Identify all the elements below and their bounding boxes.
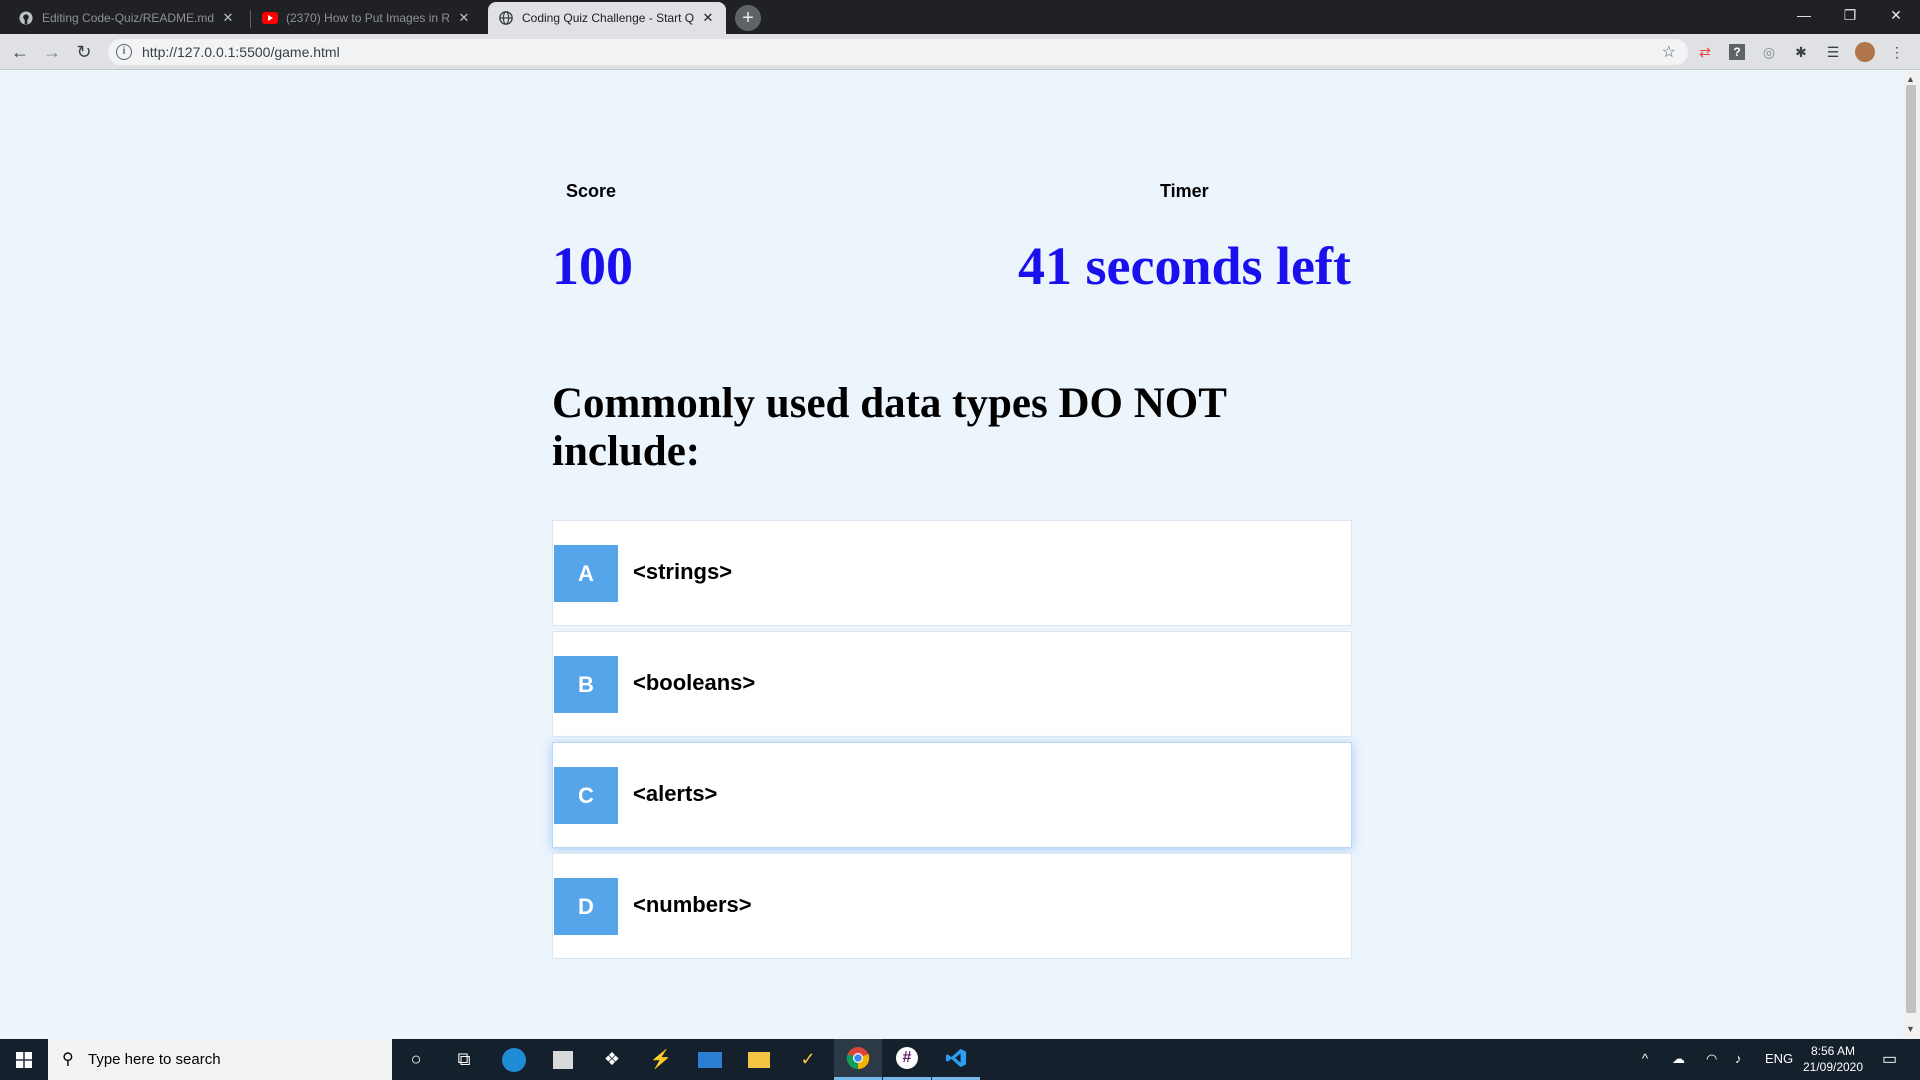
page-scrollbar[interactable]: ▲ ▼: [1902, 71, 1920, 1039]
minimize-icon[interactable]: —: [1781, 0, 1827, 30]
site-info-icon[interactable]: i: [116, 44, 132, 60]
tab-title: (2370) How to Put Images in REA: [286, 11, 450, 25]
slack-icon[interactable]: #: [883, 1039, 931, 1080]
dropbox-icon[interactable]: ❖: [588, 1039, 636, 1080]
search-placeholder: Type here to search: [88, 1051, 221, 1068]
network-icon[interactable]: ◠: [1706, 1051, 1717, 1067]
extension-circle-icon[interactable]: ◎: [1759, 42, 1779, 62]
scrollbar-thumb[interactable]: [1906, 85, 1916, 1013]
address-bar[interactable]: i http://127.0.0.1:5500/game.html ☆: [108, 39, 1688, 65]
vs-live-share-icon[interactable]: ⚡: [637, 1039, 685, 1080]
tab-youtube-video[interactable]: (2370) How to Put Images in REA ✕: [252, 2, 482, 34]
tab-title: Coding Quiz Challenge - Start Qu: [522, 11, 694, 25]
forward-arrow-icon[interactable]: →: [40, 40, 64, 64]
back-arrow-icon[interactable]: ←: [8, 40, 32, 64]
new-tab-button[interactable]: +: [735, 5, 761, 31]
timer-label: Timer: [1160, 181, 1209, 201]
browser-tab-strip: Editing Code-Quiz/README.md ✕ (2370) How…: [0, 0, 1920, 34]
choice-a[interactable]: A <strings>: [552, 520, 1352, 626]
url-text[interactable]: http://127.0.0.1:5500/game.html: [142, 44, 340, 60]
score-value: 100: [552, 236, 633, 296]
file-explorer-icon[interactable]: [735, 1039, 783, 1080]
timer-value: 41 seconds left: [1018, 236, 1351, 296]
choice-text: <alerts>: [633, 781, 718, 806]
github-icon: [18, 10, 34, 26]
tab-github-readme[interactable]: Editing Code-Quiz/README.md ✕: [8, 2, 246, 34]
tab-close-icon[interactable]: ✕: [456, 10, 472, 26]
youtube-icon: [262, 10, 278, 26]
choice-text: <numbers>: [633, 892, 752, 917]
windows-logo-icon: [16, 1051, 32, 1068]
profile-avatar[interactable]: [1855, 42, 1875, 62]
windows-taskbar: ⚲ Type here to search ○ ⧉ ❖ ⚡ ✓ # ^ ☁ ◠ …: [0, 1039, 1920, 1080]
scroll-down-arrow-icon[interactable]: ▼: [1906, 1024, 1915, 1034]
vscode-icon[interactable]: [932, 1039, 980, 1080]
choice-prefix: B: [554, 656, 618, 713]
score-label: Score: [566, 181, 617, 201]
edge-icon[interactable]: [490, 1039, 538, 1080]
store-icon[interactable]: [539, 1039, 587, 1080]
globe-icon: [498, 10, 514, 26]
show-hidden-icons-icon[interactable]: ^: [1642, 1051, 1648, 1066]
task-view-icon[interactable]: ⧉: [440, 1039, 488, 1080]
clock-date: 21/09/2020: [1802, 1060, 1864, 1074]
search-icon: ⚲: [62, 1051, 74, 1068]
reload-icon[interactable]: ↻: [72, 40, 96, 64]
choice-b[interactable]: B <booleans>: [552, 631, 1352, 737]
tab-separator: [250, 10, 251, 28]
browser-menu-icon[interactable]: ⋮: [1887, 42, 1907, 62]
bookmark-star-icon[interactable]: ☆: [1662, 42, 1676, 62]
close-window-icon[interactable]: ✕: [1873, 0, 1919, 30]
taskbar-search-box[interactable]: ⚲ Type here to search: [48, 1039, 392, 1080]
extension-help-icon[interactable]: ?: [1727, 42, 1747, 62]
browser-toolbar: ← → ↻ i http://127.0.0.1:5500/game.html …: [0, 34, 1920, 70]
onedrive-icon[interactable]: ☁: [1672, 1051, 1685, 1067]
clock-time: 8:56 AM: [1810, 1044, 1856, 1058]
choice-d[interactable]: D <numbers>: [552, 853, 1352, 959]
tab-coding-quiz[interactable]: Coding Quiz Challenge - Start Qu ✕: [488, 2, 726, 34]
windows-start-button[interactable]: [0, 1039, 48, 1080]
choice-prefix: C: [554, 767, 618, 824]
question-text: Commonly used data types DO NOT include:: [552, 380, 1227, 475]
choice-prefix: D: [554, 878, 618, 935]
tab-close-icon[interactable]: ✕: [220, 10, 236, 26]
tab-close-icon[interactable]: ✕: [700, 10, 716, 26]
volume-icon[interactable]: ♪: [1735, 1051, 1742, 1066]
choice-text: <strings>: [633, 559, 733, 584]
extension-arrow-icon[interactable]: ⇄: [1695, 42, 1715, 62]
choice-c[interactable]: C <alerts>: [552, 742, 1352, 848]
chrome-icon[interactable]: [834, 1039, 882, 1080]
quiz-page: Score 100 Timer 41 seconds left Commonly…: [0, 71, 1902, 1039]
system-clock[interactable]: 8:56 AM 21/09/2020: [1788, 1043, 1878, 1075]
choice-text: <booleans>: [633, 670, 756, 695]
mail-icon[interactable]: [686, 1039, 734, 1080]
restore-icon[interactable]: ❐: [1827, 0, 1873, 30]
todo-icon[interactable]: ✓: [784, 1039, 832, 1080]
extensions-puzzle-icon[interactable]: ✱: [1791, 42, 1811, 62]
cortana-icon[interactable]: ○: [392, 1039, 440, 1080]
action-center-icon[interactable]: ▭: [1882, 1049, 1897, 1069]
media-control-icon[interactable]: ☰: [1823, 42, 1843, 62]
scroll-up-arrow-icon[interactable]: ▲: [1906, 74, 1915, 84]
tab-title: Editing Code-Quiz/README.md: [42, 11, 214, 25]
choice-prefix: A: [554, 545, 618, 602]
